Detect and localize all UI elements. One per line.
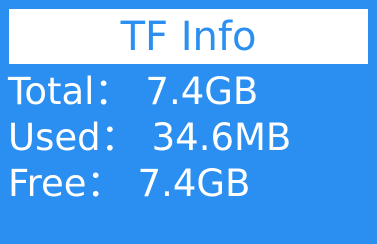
- total-row: Total： 7.4GB: [8, 73, 258, 110]
- free-label: Free：: [8, 162, 124, 205]
- title-bar: TF Info: [9, 9, 368, 64]
- free-value: 7.4GB: [137, 162, 251, 205]
- used-value: 34.6MB: [151, 116, 292, 159]
- used-label: Used：: [8, 116, 138, 159]
- page-title: TF Info: [120, 13, 257, 60]
- total-value: 7.4GB: [145, 70, 259, 113]
- tf-info-screen: TF Info Total： 7.4GB Used： 34.6MB Free： 7.4…: [0, 0, 377, 244]
- used-row: Used： 34.6MB: [8, 119, 291, 156]
- free-row: Free： 7.4GB: [8, 165, 250, 202]
- total-label: Total：: [8, 70, 132, 113]
